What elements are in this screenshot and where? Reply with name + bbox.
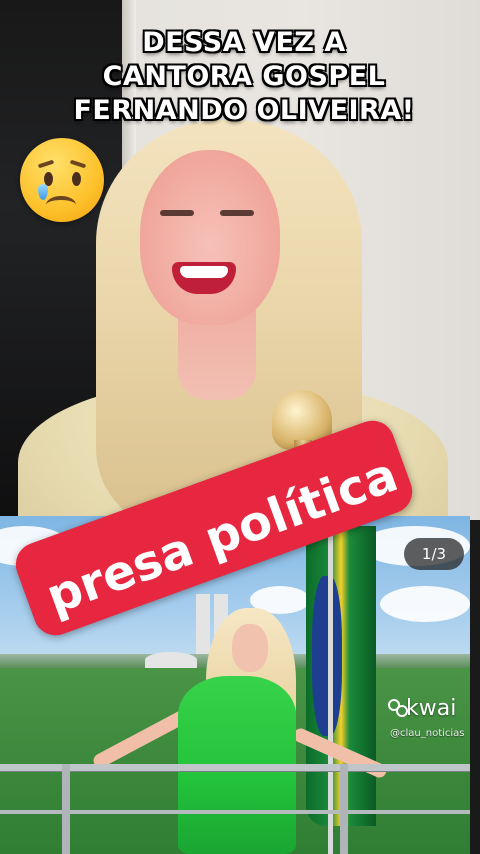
emoji-brow-right <box>69 159 87 169</box>
emoji-eye-right <box>72 172 81 186</box>
sad-face-with-tear-icon <box>20 138 104 222</box>
carousel-counter: 1/3 <box>404 538 464 570</box>
singer-eye-right <box>220 210 254 216</box>
railing <box>0 764 470 772</box>
railing <box>0 810 470 814</box>
emoji-tear <box>38 184 48 200</box>
kwai-logo-icon <box>388 699 408 717</box>
woman-face <box>232 624 268 672</box>
watermark-username: @clau_noticias <box>390 728 465 739</box>
railing-post <box>62 764 70 854</box>
railing-post <box>340 764 348 854</box>
kwai-watermark: kwai <box>388 696 468 726</box>
flag-blue-globe <box>312 576 342 736</box>
top-video-frame: DESSA VEZ A CANTORA GOSPEL FERNANDO OLIV… <box>0 0 480 520</box>
cloud <box>380 586 470 622</box>
caption-line-3: FERNANDO OLIVEIRA! <box>73 95 415 126</box>
video-caption: DESSA VEZ A CANTORA GOSPEL FERNANDO OLIV… <box>0 26 480 128</box>
kwai-brand: kwai <box>406 696 457 721</box>
emoji-mouth <box>46 196 76 214</box>
emoji-brow-left <box>37 159 55 169</box>
singer-face <box>140 150 280 325</box>
congress-dome <box>145 652 197 668</box>
singer-teeth <box>180 266 228 278</box>
singer-eye-left <box>160 210 194 216</box>
flag-pole <box>328 516 333 854</box>
caption-line-1: DESSA VEZ A <box>142 27 346 58</box>
caption-line-2: CANTORA GOSPEL <box>102 61 386 92</box>
